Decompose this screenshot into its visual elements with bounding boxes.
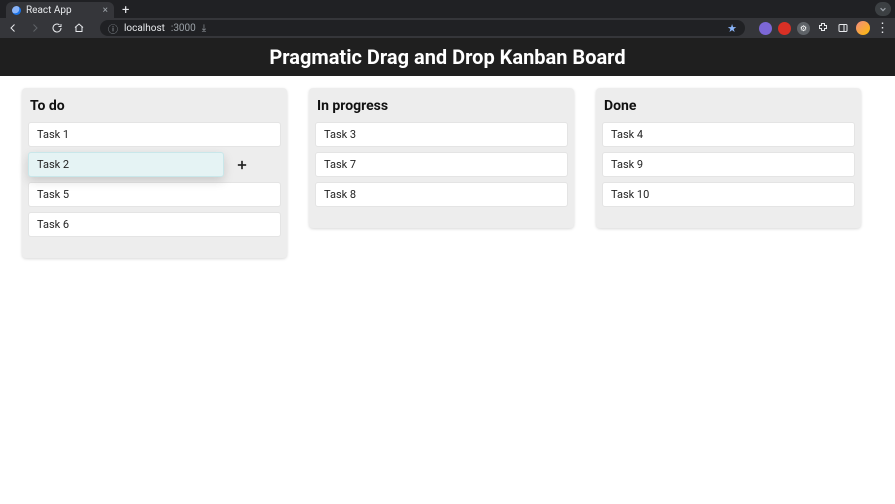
back-button[interactable]	[6, 21, 20, 35]
address-bar[interactable]: ⓘ localhost :3000 ⤓ ★	[100, 20, 745, 36]
page-viewport: Pragmatic Drag and Drop Kanban Board To …	[0, 38, 895, 504]
extension-icon[interactable]: ⚙	[797, 22, 810, 35]
card-label: Task 3	[324, 128, 356, 141]
reload-button[interactable]	[50, 21, 64, 35]
card-label: Task 8	[324, 188, 356, 201]
drag-cursor-plus-icon	[235, 158, 249, 172]
kanban-column[interactable]: In progress Task 3 Task 7 Task 8	[309, 88, 574, 228]
browser-toolbar: ⓘ localhost :3000 ⤓ ★ ⚙ ⋮	[0, 18, 895, 38]
kanban-card[interactable]: Task 10	[602, 182, 855, 207]
column-title: In progress	[315, 94, 568, 122]
tab-close-icon[interactable]: ×	[103, 5, 108, 16]
kanban-card[interactable]: Task 9	[602, 152, 855, 177]
column-drop-zone[interactable]	[28, 242, 281, 252]
forward-button[interactable]	[28, 21, 42, 35]
url-port: :3000	[171, 23, 196, 34]
page-header: Pragmatic Drag and Drop Kanban Board	[0, 38, 895, 76]
profile-avatar[interactable]	[856, 21, 870, 35]
kanban-card[interactable]: Task 3	[315, 122, 568, 147]
extensions-menu-icon[interactable]	[816, 21, 830, 35]
card-label: Task 6	[37, 218, 69, 231]
tab-strip: React App × +	[0, 0, 895, 18]
home-button[interactable]	[72, 21, 86, 35]
kanban-column[interactable]: Done Task 4 Task 9 Task 10	[596, 88, 861, 228]
card-label: Task 7	[324, 158, 356, 171]
card-label: Task 5	[37, 188, 69, 201]
card-label: Task 9	[611, 158, 643, 171]
tab-title: React App	[26, 5, 72, 16]
card-label: Task 10	[611, 188, 649, 201]
column-drop-zone[interactable]	[602, 212, 855, 222]
column-title: To do	[28, 94, 281, 122]
kanban-card[interactable]: Task 6	[28, 212, 281, 237]
kanban-card[interactable]: Task 1	[28, 122, 281, 147]
browser-chrome: React App × + ⓘ localhost :3000 ⤓ ★	[0, 0, 895, 38]
react-favicon-icon	[12, 6, 21, 15]
column-drop-zone[interactable]	[315, 212, 568, 222]
card-label: Task 4	[611, 128, 643, 141]
new-tab-button[interactable]: +	[122, 4, 129, 17]
kanban-card[interactable]: Task 4	[602, 122, 855, 147]
side-panel-icon[interactable]	[836, 21, 850, 35]
browser-menu-icon[interactable]: ⋮	[876, 22, 889, 35]
extension-icon[interactable]	[759, 22, 772, 35]
kanban-column[interactable]: To do Task 1 Task 2 Task 5 Task 6	[22, 88, 287, 258]
kanban-card[interactable]: Task 8	[315, 182, 568, 207]
kanban-card[interactable]: Task 2	[28, 152, 224, 177]
browser-tab[interactable]: React App ×	[6, 2, 114, 18]
bookmark-star-icon[interactable]: ★	[727, 22, 737, 35]
site-info-icon[interactable]: ⓘ	[108, 21, 118, 36]
card-label: Task 1	[37, 128, 69, 141]
kanban-card[interactable]: Task 7	[315, 152, 568, 177]
extension-icon[interactable]	[778, 22, 791, 35]
install-app-icon[interactable]: ⤓	[202, 23, 206, 34]
window-control-icon[interactable]	[875, 2, 891, 16]
extension-icons: ⚙ ⋮	[759, 21, 889, 35]
url-host: localhost	[124, 23, 165, 34]
kanban-board: To do Task 1 Task 2 Task 5 Task 6 In progress…	[0, 76, 895, 270]
kanban-card[interactable]: Task 5	[28, 182, 281, 207]
column-title: Done	[602, 94, 855, 122]
card-label: Task 2	[37, 158, 69, 171]
page-title: Pragmatic Drag and Drop Kanban Board	[269, 45, 625, 69]
